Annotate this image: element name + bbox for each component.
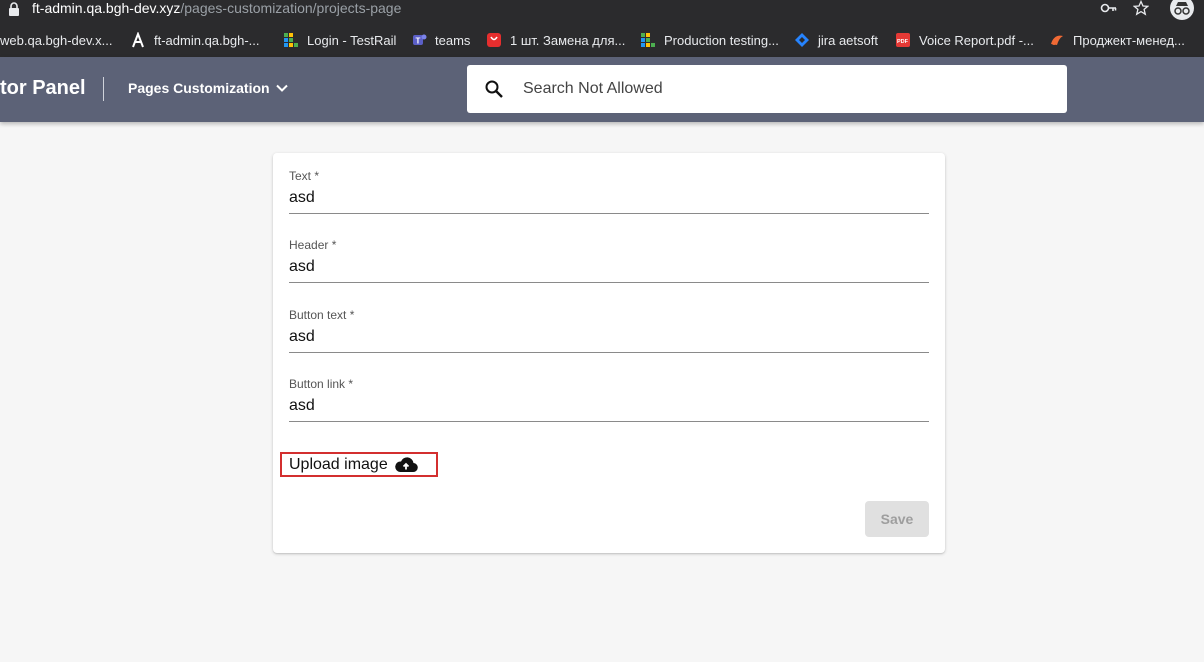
browser-address-bar[interactable]: ft-admin.qa.bgh-dev.xyz/pages-customizat… [0,0,1204,20]
search-input[interactable] [523,77,1043,101]
search-icon [485,80,503,98]
bookmark-label: Проджект-менед... [1073,32,1185,48]
bookmark-star-icon[interactable] [1133,0,1149,16]
button-text-input[interactable] [289,328,929,353]
testrail-icon [284,33,298,47]
bookmark-item[interactable]: web.qa.bgh-dev.x... [0,31,113,49]
bookmark-label: jira aetsoft [818,32,878,48]
teams-icon: T [413,34,427,46]
button-text-field: Button text * [289,308,929,353]
bookmark-label: 1 шт. Замена для... [510,32,626,48]
bookmark-label: Production testing... [664,32,779,48]
bookmark-item[interactable]: Проджект-менед... [1049,31,1185,49]
svg-text:PDF: PDF [897,39,909,45]
bookmark-item[interactable]: Login - TestRail [283,31,396,49]
bookmark-label: teams [435,32,471,48]
bookmark-item[interactable]: PDF Voice Report.pdf -... [895,31,1034,49]
text-field: Text * [289,169,929,214]
header-field: Header * [289,238,929,283]
field-label: Button text * [289,308,355,322]
url-text[interactable]: ft-admin.qa.bgh-dev.xyz/pages-customizat… [32,0,401,16]
bookmark-item[interactable]: Production testing... [640,31,779,49]
incognito-avatar-icon[interactable] [1170,0,1194,20]
button-link-input[interactable] [289,397,929,422]
bookmark-item[interactable]: jira aetsoft [794,31,878,49]
field-label: Button link * [289,377,354,391]
field-label: Text * [289,169,320,183]
shop-icon [487,33,501,47]
field-label: Header * [289,238,337,252]
a-logo-icon [132,32,144,48]
button-link-field: Button link * [289,377,929,422]
skype-icon [1051,35,1063,45]
bookmark-label: ft-admin.qa.bgh-... [154,32,260,48]
app-header: tor Panel Pages Customization [0,57,1204,122]
jira-icon [795,33,809,47]
upload-image-label: Upload image [289,455,388,473]
upload-image-button[interactable]: Upload image [280,452,438,477]
save-button[interactable]: Save [865,501,929,537]
bookmark-item[interactable]: T teams [411,31,470,49]
bookmark-item[interactable]: 1 шт. Замена для... [486,31,625,49]
bookmarks-bar: web.qa.bgh-dev.x... ft-admin.qa.bgh-... … [0,20,1204,57]
pages-customization-menu[interactable]: Pages Customization [128,80,288,96]
bookmark-label: web.qa.bgh-dev.x... [0,32,113,48]
app-title: tor Panel [0,77,86,99]
chevron-down-icon [275,84,288,92]
pdf-icon: PDF [896,33,910,47]
text-input[interactable] [289,189,929,214]
bookmark-item[interactable]: ft-admin.qa.bgh-... [130,31,260,49]
menu-label: Pages Customization [128,80,270,96]
projects-page-form-card: Text * Header * Button text * Button lin… [273,153,945,553]
search-box[interactable] [467,65,1067,113]
url-host: ft-admin.qa.bgh-dev.xyz [32,0,181,16]
lock-icon [9,2,19,16]
url-path: /pages-customization/projects-page [180,0,402,16]
cloud-upload-icon [394,456,418,472]
testrail-icon [641,33,655,47]
header-input[interactable] [289,258,929,283]
key-icon[interactable] [1100,1,1118,15]
header-divider [103,77,104,101]
bookmark-label: Login - TestRail [307,32,397,48]
svg-text:T: T [416,37,421,46]
bookmark-label: Voice Report.pdf -... [919,32,1034,48]
